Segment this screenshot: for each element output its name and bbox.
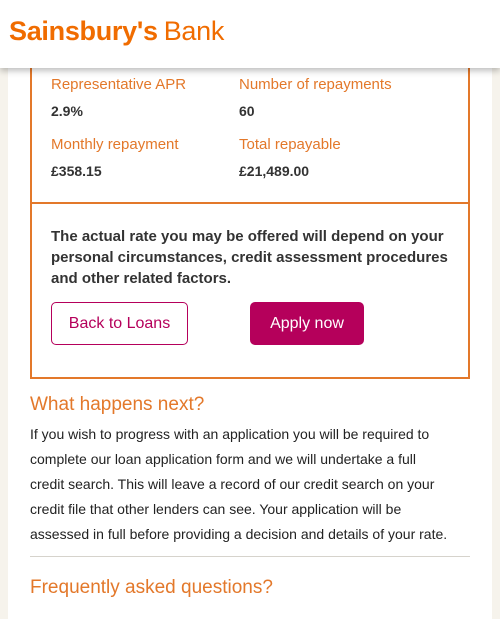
number-of-repayments-value: 60 — [239, 103, 255, 119]
monthly-repayment-value: £358.15 — [51, 163, 102, 179]
logo-brand-text: Sainsbury's — [9, 16, 158, 46]
rate-disclaimer: The actual rate you may be offered will … — [51, 228, 448, 287]
logo-sub-text: Bank — [163, 16, 225, 46]
representative-apr-value: 2.9% — [51, 103, 83, 119]
monthly-repayment-label: Monthly repayment — [51, 136, 179, 153]
total-repayable-label: Total repayable — [239, 136, 341, 153]
total-repayable-value: £21,489.00 — [239, 163, 310, 179]
card-divider — [32, 202, 468, 204]
apply-now-button[interactable]: Apply now — [250, 302, 364, 345]
number-of-repayments-label: Number of repayments — [239, 76, 392, 93]
back-to-loans-button[interactable]: Back to Loans — [51, 302, 188, 345]
representative-apr-label: Representative APR — [51, 76, 187, 93]
faq-heading[interactable]: Frequently asked questions? — [30, 577, 273, 599]
what-happens-next-text: If you wish to progress with an applicat… — [30, 426, 448, 542]
loan-summary-card: Representative APR 2.9% Number of repaym… — [30, 52, 470, 379]
site-header: Sainsbury's Bank — [0, 0, 500, 68]
sainsburys-bank-logo[interactable]: Sainsbury's Bank — [9, 16, 224, 47]
what-happens-next-heading: What happens next? — [30, 394, 205, 415]
section-divider — [30, 556, 470, 557]
